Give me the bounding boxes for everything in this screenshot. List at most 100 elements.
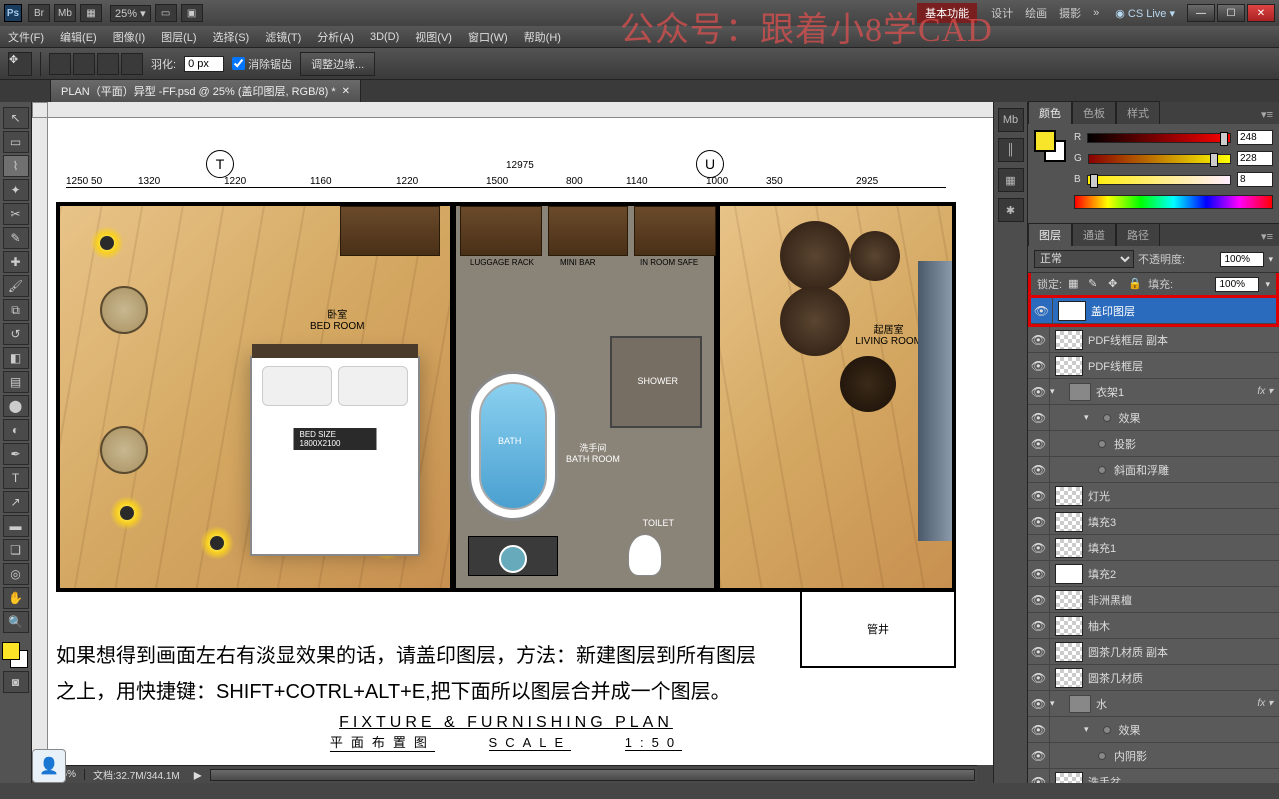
quickmask-tool[interactable]: ◙ xyxy=(3,671,29,693)
b-slider[interactable] xyxy=(1087,175,1231,185)
visibility-icon[interactable]: 👁 xyxy=(1028,327,1050,352)
wand-tool[interactable]: ✦ xyxy=(3,179,29,201)
menu-edit[interactable]: 编辑(E) xyxy=(52,29,105,45)
layer-row[interactable]: 👁内阴影 xyxy=(1028,743,1279,769)
dodge-tool[interactable]: ◐ xyxy=(3,419,29,441)
r-input[interactable] xyxy=(1237,130,1273,145)
blur-tool[interactable]: ⬤ xyxy=(3,395,29,417)
selection-intersect-icon[interactable] xyxy=(121,53,143,75)
shape-tool[interactable]: ▬ xyxy=(3,515,29,537)
g-input[interactable] xyxy=(1237,151,1273,166)
visibility-icon[interactable]: 👁 xyxy=(1028,561,1050,586)
menu-3d[interactable]: 3D(D) xyxy=(362,31,407,43)
layer-row[interactable]: 👁盖印图层 xyxy=(1031,298,1276,324)
antialias-checkbox[interactable]: 消除锯齿 xyxy=(232,56,292,72)
history-panel-icon[interactable]: ║ xyxy=(998,138,1024,162)
marquee-tool[interactable]: ▭ xyxy=(3,131,29,153)
lock-paint-icon[interactable]: ✎ xyxy=(1088,277,1102,291)
move-tool[interactable]: ↖ xyxy=(3,107,29,129)
lock-all-icon[interactable]: 🔒 xyxy=(1128,277,1142,291)
visibility-icon[interactable]: 👁 xyxy=(1028,379,1050,404)
doc-info[interactable]: 文档:32.7M/344.1M xyxy=(85,767,188,782)
eyedropper-tool[interactable]: ✎ xyxy=(3,227,29,249)
lock-trans-icon[interactable]: ▦ xyxy=(1068,277,1082,291)
workspace-paint[interactable]: 绘画 xyxy=(1025,5,1047,21)
zoom-select[interactable]: 25% ▾ xyxy=(110,5,151,22)
blend-mode-select[interactable]: 正常 xyxy=(1034,250,1134,268)
visibility-icon[interactable]: 👁 xyxy=(1028,353,1050,378)
eraser-tool[interactable]: ◧ xyxy=(3,347,29,369)
cs-live-button[interactable]: ◉ CS Live ▾ xyxy=(1115,7,1175,20)
menu-filter[interactable]: 滤镜(T) xyxy=(257,29,309,45)
layer-row[interactable]: 👁圆茶几材质 xyxy=(1028,665,1279,691)
layer-row[interactable]: 👁灯光 xyxy=(1028,483,1279,509)
visibility-icon[interactable]: 👁 xyxy=(1028,639,1050,664)
tab-close-icon[interactable]: ✕ xyxy=(342,86,350,97)
selection-new-icon[interactable] xyxy=(49,53,71,75)
workspace-photo[interactable]: 摄影 xyxy=(1059,5,1081,21)
layer-row[interactable]: 👁斜面和浮雕 xyxy=(1028,457,1279,483)
type-tool[interactable]: T xyxy=(3,467,29,489)
panel-menu-icon[interactable]: ▾≡ xyxy=(1255,105,1279,124)
layer-row[interactable]: 👁柚木 xyxy=(1028,613,1279,639)
arrange-icon[interactable]: ▭ xyxy=(155,4,177,22)
menu-view[interactable]: 视图(V) xyxy=(407,29,460,45)
color-swatch-pair[interactable] xyxy=(1034,130,1066,162)
menu-window[interactable]: 窗口(W) xyxy=(460,29,516,45)
tab-styles[interactable]: 样式 xyxy=(1116,101,1160,124)
workspace-active[interactable]: 基本功能 xyxy=(917,3,977,23)
feather-input[interactable] xyxy=(184,56,224,72)
canvas[interactable]: T U 12975 1250 50 1320 1220 1160 1220 15… xyxy=(48,118,993,765)
minimize-button[interactable]: — xyxy=(1187,4,1215,22)
menu-file[interactable]: 文件(F) xyxy=(0,29,52,45)
layer-row[interactable]: 👁▾衣架1fx ▾ xyxy=(1028,379,1279,405)
swatches-panel-icon[interactable]: ▦ xyxy=(998,168,1024,192)
minibridge-icon[interactable]: Mb xyxy=(54,4,76,22)
layer-row[interactable]: 👁填充1 xyxy=(1028,535,1279,561)
color-swatches[interactable] xyxy=(2,642,30,670)
visibility-icon[interactable]: 👁 xyxy=(1028,405,1050,430)
lock-move-icon[interactable]: ✥ xyxy=(1108,277,1122,291)
gradient-tool[interactable]: ▤ xyxy=(3,371,29,393)
visibility-icon[interactable]: 👁 xyxy=(1028,691,1050,716)
hand-tool[interactable]: ✋ xyxy=(3,587,29,609)
3d-camera-tool[interactable]: ◎ xyxy=(3,563,29,585)
visibility-icon[interactable]: 👁 xyxy=(1028,743,1050,768)
selection-add-icon[interactable] xyxy=(73,53,95,75)
bridge-icon[interactable]: Br xyxy=(28,4,50,22)
close-button[interactable]: ✕ xyxy=(1247,4,1275,22)
menu-help[interactable]: 帮助(H) xyxy=(516,29,569,45)
document-tab[interactable]: PLAN（平面）异型 -FF.psd @ 25% (盖印图层, RGB/8) *… xyxy=(50,79,361,102)
visibility-icon[interactable]: 👁 xyxy=(1028,665,1050,690)
path-tool[interactable]: ↗ xyxy=(3,491,29,513)
zoom-tool[interactable]: 🔍 xyxy=(3,611,29,633)
ruler-vertical[interactable] xyxy=(32,118,48,765)
fg-color-swatch[interactable] xyxy=(2,642,20,660)
tab-swatches[interactable]: 色板 xyxy=(1072,101,1116,124)
menu-layer[interactable]: 图层(L) xyxy=(153,29,204,45)
layer-row[interactable]: 👁PDF线框层 xyxy=(1028,353,1279,379)
minibridge-panel-icon[interactable]: Mb xyxy=(998,108,1024,132)
spectrum-bar[interactable] xyxy=(1074,195,1273,209)
visibility-icon[interactable]: 👁 xyxy=(1031,298,1053,323)
tab-color[interactable]: 颜色 xyxy=(1028,101,1072,124)
menu-image[interactable]: 图像(I) xyxy=(105,29,153,45)
layer-row[interactable]: 👁洗手盆 xyxy=(1028,769,1279,783)
tab-channels[interactable]: 通道 xyxy=(1072,223,1116,246)
tab-paths[interactable]: 路径 xyxy=(1116,223,1160,246)
tab-layers[interactable]: 图层 xyxy=(1028,223,1072,246)
visibility-icon[interactable]: 👁 xyxy=(1028,457,1050,482)
stamp-tool[interactable]: ⧉ xyxy=(3,299,29,321)
workspace-more[interactable]: » xyxy=(1093,7,1099,19)
visibility-icon[interactable]: 👁 xyxy=(1028,769,1050,783)
crop-tool[interactable]: ✂ xyxy=(3,203,29,225)
brushes-panel-icon[interactable]: ✱ xyxy=(998,198,1024,222)
menu-select[interactable]: 选择(S) xyxy=(205,29,258,45)
layer-row[interactable]: 👁PDF线框层 副本 xyxy=(1028,327,1279,353)
visibility-icon[interactable]: 👁 xyxy=(1028,613,1050,638)
selection-subtract-icon[interactable] xyxy=(97,53,119,75)
history-brush-tool[interactable]: ↺ xyxy=(3,323,29,345)
layer-row[interactable]: 👁非洲黑檀 xyxy=(1028,587,1279,613)
layer-row[interactable]: 👁▾水fx ▾ xyxy=(1028,691,1279,717)
3d-tool[interactable]: ❏ xyxy=(3,539,29,561)
